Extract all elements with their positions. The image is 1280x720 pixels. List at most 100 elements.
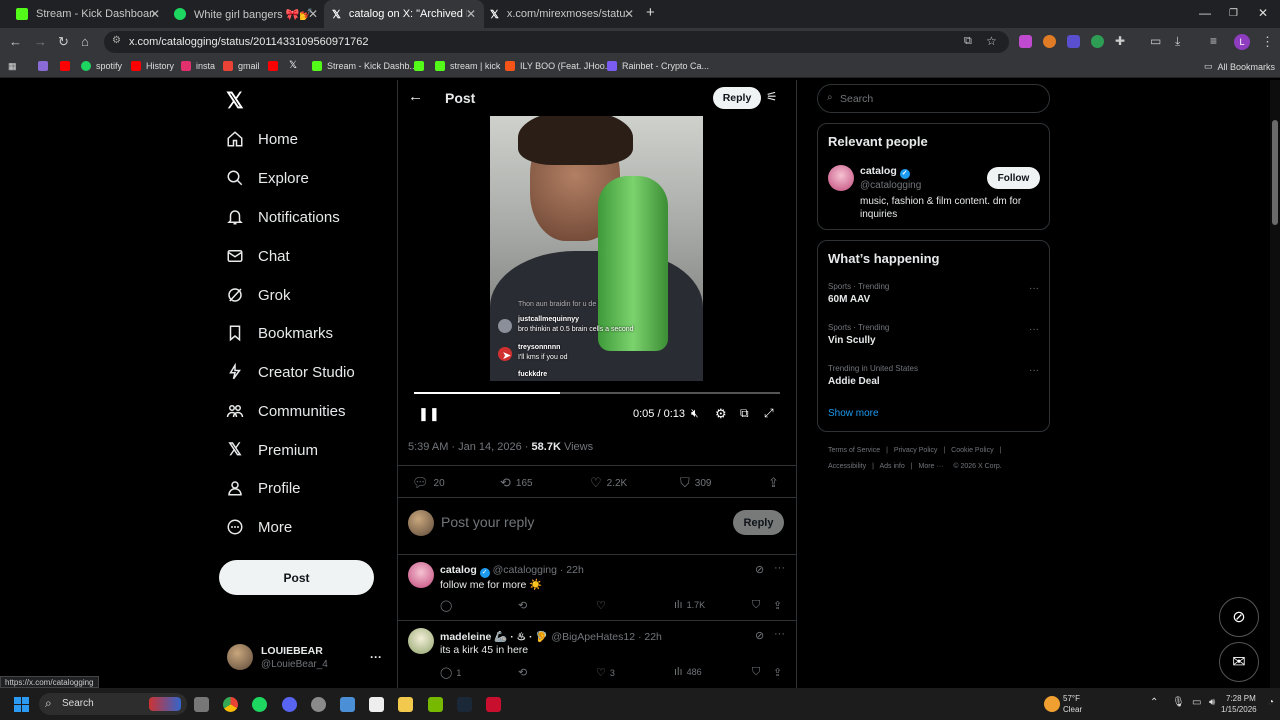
browser-tab-kick-dashboard[interactable]: Stream - Kick Dashboard ✕: [8, 0, 168, 28]
tab-search-icon[interactable]: ≡: [1210, 34, 1217, 48]
bookmark-kick-dashboard[interactable]: Stream - Kick Dashb...: [312, 61, 417, 71]
settings-icon[interactable]: [340, 697, 355, 712]
comment-repost-action[interactable]: ⟲: [518, 599, 531, 612]
more-options-icon[interactable]: ···: [1029, 324, 1039, 335]
apps-grid-icon[interactable]: ▦: [8, 61, 17, 72]
commenter-name[interactable]: catalog: [440, 564, 477, 576]
bookmark-history[interactable]: History: [131, 61, 174, 71]
home-icon[interactable]: ⌂: [81, 34, 89, 49]
avatar[interactable]: [408, 562, 434, 588]
like-action[interactable]: ♡ 2.2K: [590, 475, 627, 491]
discord-icon[interactable]: [282, 697, 297, 712]
account-menu-button[interactable]: ···: [370, 650, 382, 664]
taskbar-search[interactable]: ⌕ Search: [39, 693, 187, 715]
site-info-icon[interactable]: ⚙: [112, 35, 121, 46]
forward-icon[interactable]: →: [34, 34, 47, 49]
account-avatar[interactable]: [227, 644, 253, 670]
mute-icon[interactable]: 🔇︎: [691, 406, 699, 421]
bookmark-stream-kick[interactable]: stream | kick: [435, 61, 500, 71]
chrome-icon[interactable]: [223, 697, 238, 712]
all-bookmarks-button[interactable]: ▭ All Bookmarks: [1204, 61, 1275, 72]
footer-link-cookie[interactable]: Cookie Policy: [951, 447, 993, 454]
trend-name[interactable]: 60M AAV: [828, 294, 870, 305]
back-icon[interactable]: ←: [9, 34, 22, 49]
messages-fab-icon[interactable]: ✉: [1219, 642, 1259, 682]
task-view-icon[interactable]: [194, 697, 209, 712]
scrollbar-thumb[interactable]: [1272, 120, 1278, 225]
comment-views[interactable]: ılı 1.7K: [674, 599, 705, 611]
comment-views[interactable]: ılı 486: [674, 666, 702, 678]
bookmark-rainbet[interactable]: Rainbet - Crypto Ca...: [607, 61, 709, 71]
nvidia-icon[interactable]: [428, 697, 443, 712]
weather-icon[interactable]: [1044, 696, 1060, 712]
extensions-puzzle-icon[interactable]: ✚: [1115, 34, 1125, 48]
nav-item-grok[interactable]: Grok: [226, 283, 291, 307]
nav-item-chat[interactable]: Chat: [226, 244, 290, 268]
reply-submit-button[interactable]: Reply: [733, 510, 784, 535]
reload-icon[interactable]: ↻: [58, 34, 69, 50]
restore-button[interactable]: ❐: [1229, 8, 1238, 19]
bookmark-item[interactable]: [268, 61, 283, 71]
footer-link-accessibility[interactable]: Accessibility: [828, 463, 866, 470]
nav-item-bookmarks[interactable]: Bookmarks: [226, 321, 333, 345]
file-explorer-icon[interactable]: [398, 697, 413, 712]
header-reply-button[interactable]: Reply: [713, 87, 761, 109]
popout-icon[interactable]: ⧉: [740, 406, 749, 421]
new-tab-button[interactable]: +: [646, 4, 655, 21]
steam-icon[interactable]: [457, 697, 472, 712]
network-icon[interactable]: ▭: [1192, 697, 1201, 708]
app-icon[interactable]: [311, 697, 326, 712]
extension-icon[interactable]: [1043, 35, 1056, 48]
bookmark-spotify[interactable]: spotify: [81, 61, 122, 71]
footer-link-terms[interactable]: Terms of Service: [828, 447, 880, 454]
menu-kebab-icon[interactable]: ⋮: [1261, 34, 1274, 50]
back-arrow-icon[interactable]: ←: [408, 88, 423, 105]
volume-icon[interactable]: 🔊︎: [1209, 697, 1215, 708]
avatar[interactable]: [408, 628, 434, 654]
share-action[interactable]: ⇪: [768, 475, 784, 491]
browser-tab-catalog-post[interactable]: 𝕏 catalog on X: "Archived Instag ✕: [324, 0, 484, 28]
grok-icon[interactable]: ⊘: [755, 629, 764, 642]
close-tab-icon[interactable]: ✕: [150, 7, 160, 21]
avatar[interactable]: [828, 165, 854, 191]
more-options-icon[interactable]: ···: [1029, 365, 1039, 376]
commenter-name[interactable]: madeleine 🦾 · ♨ · 🦻: [440, 631, 549, 643]
nav-item-premium[interactable]: 𝕏 Premium: [226, 438, 318, 462]
person-name-row[interactable]: catalog ✓: [860, 165, 910, 179]
close-tab-icon[interactable]: ✕: [308, 7, 318, 21]
x-logo-icon[interactable]: 𝕏: [226, 88, 244, 114]
riot-icon[interactable]: [486, 697, 501, 712]
nav-item-notifications[interactable]: Notifications: [226, 205, 340, 229]
nav-item-explore[interactable]: Explore: [226, 166, 309, 190]
bookmark-action[interactable]: ⛉ 309: [680, 475, 711, 491]
more-options-icon[interactable]: ···: [1029, 283, 1039, 294]
footer-link-privacy[interactable]: Privacy Policy: [894, 447, 938, 454]
bookmark-item[interactable]: [38, 61, 53, 71]
search-field[interactable]: ⌕ Search: [817, 84, 1050, 113]
repost-action[interactable]: ⟲ 165: [500, 475, 533, 491]
extension-icon[interactable]: [1091, 35, 1104, 48]
video-player[interactable]: Thon aun braidin for u de justcallmequin…: [490, 116, 703, 381]
pause-icon[interactable]: ❚❚: [418, 406, 440, 422]
bookmark-insta[interactable]: insta: [181, 61, 215, 71]
comment-reply-action[interactable]: ◯ 1: [440, 666, 461, 679]
more-options-icon[interactable]: ···: [774, 562, 785, 574]
settings-sliders-icon[interactable]: ⚟: [766, 89, 778, 105]
trend-name[interactable]: Addie Deal: [828, 376, 880, 387]
comment-bookmark-action[interactable]: ⛉: [752, 666, 764, 679]
show-more-link[interactable]: Show more: [828, 408, 879, 419]
windows-start-icon[interactable]: [14, 697, 29, 712]
comment-share-action[interactable]: ⇪: [773, 666, 786, 679]
bookmark-star-icon[interactable]: ☆: [986, 34, 997, 48]
comment-reply-action[interactable]: ◯: [440, 599, 456, 612]
close-tab-icon[interactable]: ✕: [466, 7, 476, 21]
trend-name[interactable]: Vin Scully: [828, 335, 876, 346]
url-field[interactable]: ⚙ x.com/catalogging/status/2011433109560…: [104, 31, 1009, 53]
follow-button[interactable]: Follow: [987, 167, 1040, 189]
more-options-icon[interactable]: ···: [774, 628, 785, 640]
bookmark-gmail[interactable]: gmail: [223, 61, 260, 71]
notification-bell-icon[interactable]: ◔: [1268, 697, 1274, 708]
bookmark-item[interactable]: [414, 61, 429, 71]
extension-icon[interactable]: [1067, 35, 1080, 48]
post-button[interactable]: Post: [219, 560, 374, 595]
